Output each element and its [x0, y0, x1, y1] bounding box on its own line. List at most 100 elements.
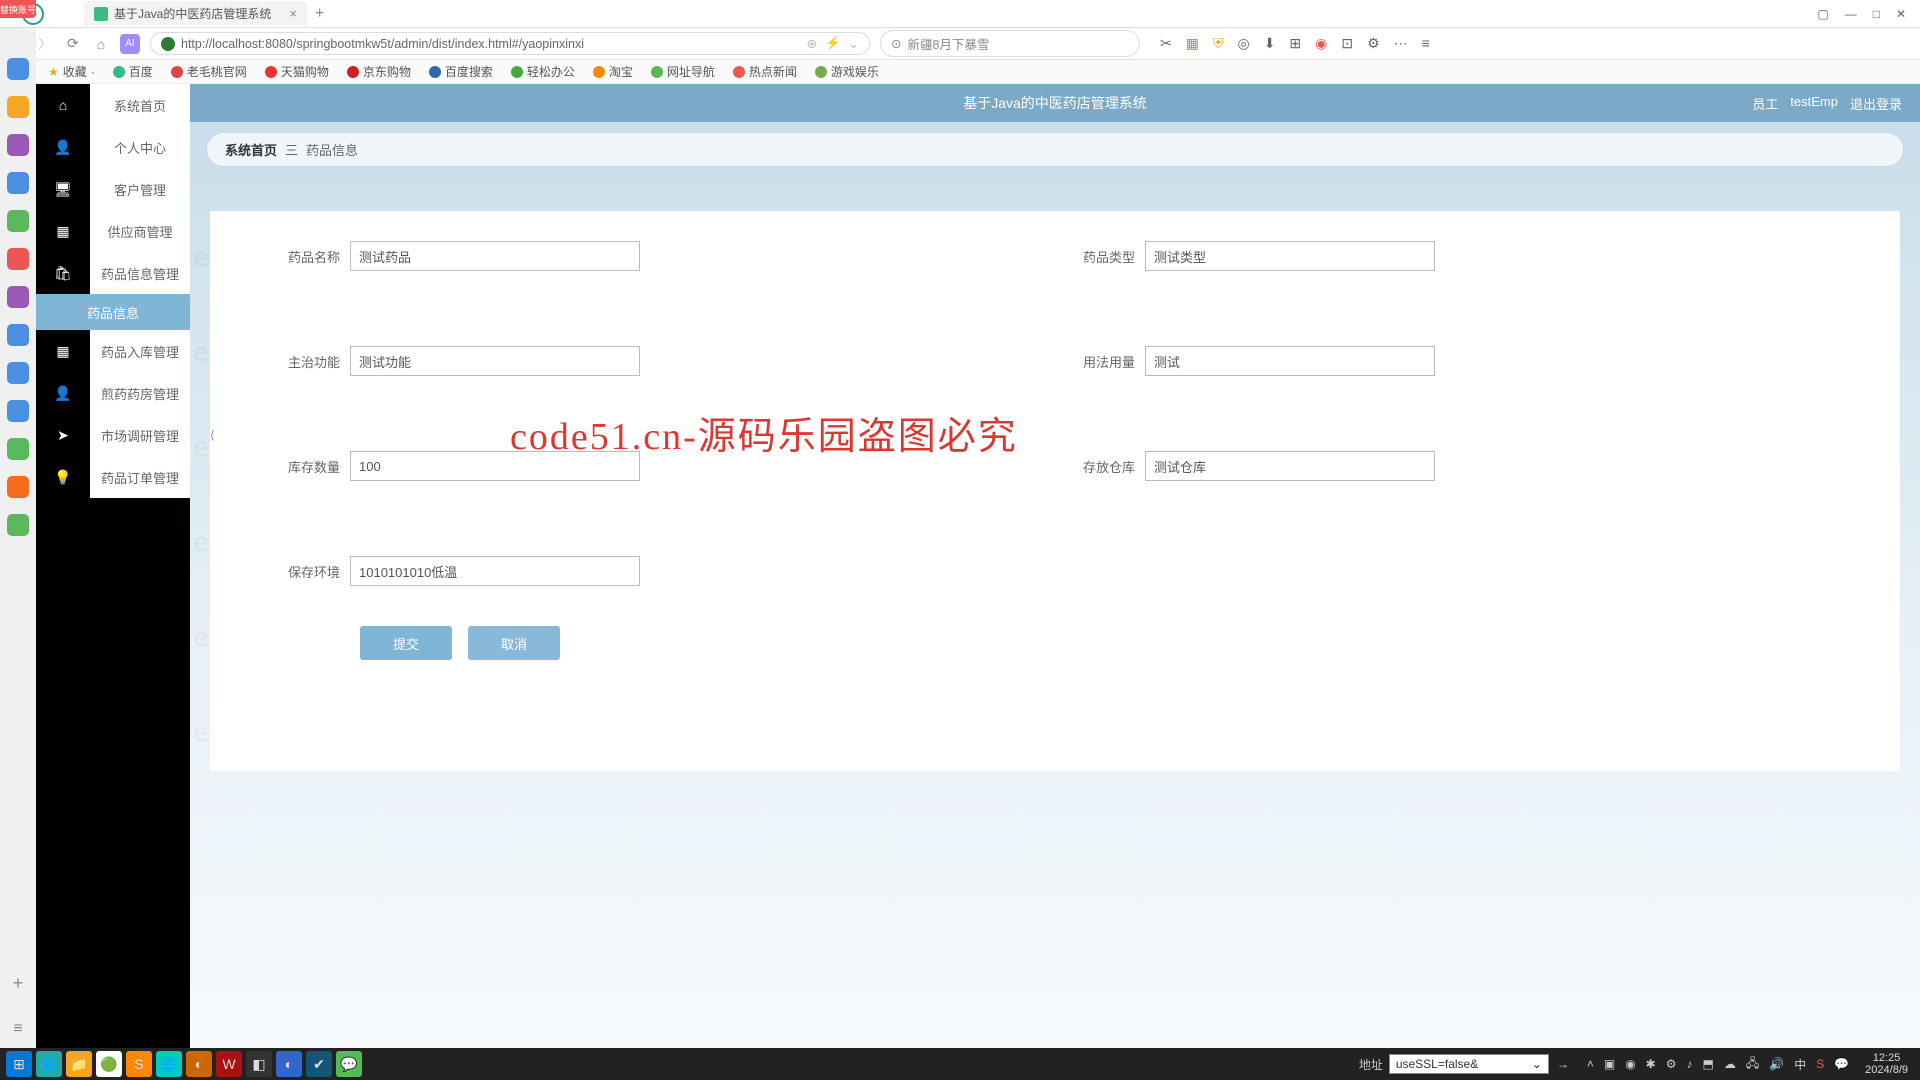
os-app-icon[interactable]: [7, 96, 29, 118]
bookmark-item[interactable]: 网址导航: [651, 63, 715, 80]
taskbar-app-icon[interactable]: 🟢: [96, 1051, 122, 1077]
sidebar-item-customers[interactable]: 🖥 客户管理: [36, 168, 190, 210]
os-app-icon[interactable]: [7, 400, 29, 422]
submit-button[interactable]: 提交: [360, 626, 452, 660]
favorites-label[interactable]: ★收藏 ·: [48, 63, 95, 80]
ime-icon[interactable]: 中: [1794, 1056, 1806, 1073]
taskbar-clock[interactable]: 12:25 2024/8/9: [1859, 1052, 1914, 1076]
sidebar-item-stock-in[interactable]: ▦ 药品入库管理: [36, 330, 190, 372]
tray-icon[interactable]: ◉: [1625, 1057, 1635, 1071]
input-warehouse[interactable]: [1145, 451, 1435, 481]
tray-icon[interactable]: 🖧: [1746, 1054, 1759, 1075]
sidebar-item-medicine-info[interactable]: 🛍 药品信息管理: [36, 252, 190, 294]
sidebar-item-home[interactable]: ⌂ 系统首页: [36, 84, 190, 126]
taskbar-app-icon[interactable]: 🌐: [36, 1051, 62, 1077]
logout-link[interactable]: 退出登录: [1850, 94, 1902, 113]
bookmark-item[interactable]: 百度: [113, 63, 153, 80]
os-app-icon[interactable]: [7, 210, 29, 232]
ai-icon[interactable]: AI: [120, 34, 140, 54]
os-app-icon[interactable]: [7, 58, 29, 80]
tray-icon[interactable]: ⬒: [1703, 1057, 1714, 1071]
extension-icon[interactable]: ▦: [1186, 35, 1199, 52]
address-field[interactable]: useSSL=false& ⌄: [1389, 1054, 1549, 1074]
apps-icon[interactable]: ⊞: [1289, 35, 1301, 52]
taskbar-app-icon[interactable]: ◐: [276, 1051, 302, 1077]
tray-icon[interactable]: ✱: [1646, 1057, 1656, 1071]
settings-gear-icon[interactable]: ⚙: [1367, 35, 1380, 52]
notification-icon[interactable]: 💬: [1834, 1057, 1849, 1071]
sidebar-item-suppliers[interactable]: ▦ 供应商管理: [36, 210, 190, 252]
os-app-icon[interactable]: [7, 362, 29, 384]
tray-icon[interactable]: ▣: [1604, 1057, 1615, 1071]
chevron-down-icon[interactable]: ⌄: [849, 36, 859, 51]
browser-search[interactable]: ⊙ 新疆8月下暴雪: [880, 30, 1140, 57]
tray-up-icon[interactable]: ˄: [1587, 1057, 1594, 1071]
home-button[interactable]: ⌂: [92, 35, 110, 53]
sidebar-item-profile[interactable]: 👤 个人中心: [36, 126, 190, 168]
tray-icon[interactable]: 🔊: [1769, 1057, 1784, 1071]
input-stock[interactable]: [350, 451, 640, 481]
os-app-icon[interactable]: [7, 248, 29, 270]
bookmark-item[interactable]: 游戏娱乐: [815, 63, 879, 80]
bookmark-item[interactable]: 百度搜索: [429, 63, 493, 80]
cut-icon[interactable]: ✂: [1160, 35, 1172, 52]
browser-tab[interactable]: 基于Java的中医药店管理系统 ×: [84, 1, 307, 26]
chrome-icon[interactable]: ◉: [1315, 35, 1327, 52]
minimize-icon[interactable]: —: [1845, 7, 1857, 21]
win-square-icon[interactable]: ▢: [1817, 7, 1828, 21]
bookmark-item[interactable]: 天猫购物: [265, 63, 329, 80]
taskbar-app-icon[interactable]: 🌐: [156, 1051, 182, 1077]
download-icon[interactable]: ⬇: [1264, 35, 1276, 52]
tray-icon[interactable]: ♪: [1687, 1057, 1693, 1071]
reload-button[interactable]: ⟳: [64, 35, 82, 53]
bookmark-item[interactable]: 淘宝: [593, 63, 633, 80]
forward-button[interactable]: 〉: [36, 35, 54, 53]
tray-icon[interactable]: ☁: [1724, 1057, 1736, 1071]
bookmark-item[interactable]: 老毛桃官网: [171, 63, 247, 80]
close-window-icon[interactable]: ✕: [1896, 7, 1906, 21]
bookmark-item[interactable]: 轻松办公: [511, 63, 575, 80]
sidebar-item-orders[interactable]: 💡 药品订单管理: [36, 456, 190, 498]
start-button[interactable]: ⊞: [6, 1051, 32, 1077]
url-bar[interactable]: http://localhost:8080/springbootmkw5t/ad…: [150, 32, 870, 55]
os-app-icon[interactable]: [7, 286, 29, 308]
translate-icon[interactable]: ⊕: [806, 36, 816, 51]
go-button[interactable]: →: [1557, 1057, 1569, 1071]
os-app-icon[interactable]: [7, 438, 29, 460]
menu-icon[interactable]: ≡: [1422, 35, 1430, 52]
taskbar-app-icon[interactable]: ✔: [306, 1051, 332, 1077]
input-medicine-name[interactable]: [350, 241, 640, 271]
os-app-icon[interactable]: [7, 172, 29, 194]
more-icon[interactable]: ⋯: [1394, 35, 1408, 52]
bookmark-item[interactable]: 热点新闻: [733, 63, 797, 80]
maximize-icon[interactable]: □: [1873, 7, 1880, 21]
target-icon[interactable]: ◎: [1237, 35, 1249, 52]
input-usage[interactable]: [1145, 346, 1435, 376]
os-app-icon[interactable]: [7, 514, 29, 536]
input-function[interactable]: [350, 346, 640, 376]
collapse-handle-icon[interactable]: ⟨: [210, 428, 222, 440]
taskbar-app-icon[interactable]: ◐: [186, 1051, 212, 1077]
bookmark-item[interactable]: 京东购物: [347, 63, 411, 80]
new-tab-button[interactable]: +: [307, 5, 332, 23]
close-tab-icon[interactable]: ×: [289, 6, 297, 21]
lightning-icon[interactable]: ⚡: [825, 36, 841, 51]
input-medicine-type[interactable]: [1145, 241, 1435, 271]
taskbar-app-icon[interactable]: 💬: [336, 1051, 362, 1077]
tray-icon[interactable]: S: [1816, 1057, 1824, 1071]
os-app-icon[interactable]: [7, 134, 29, 156]
input-environment[interactable]: [350, 556, 640, 586]
os-app-icon[interactable]: [7, 324, 29, 346]
taskbar-app-icon[interactable]: S: [126, 1051, 152, 1077]
breadcrumb-home[interactable]: 系统首页: [225, 140, 277, 159]
sidebar-sub-medicine-info[interactable]: 药品信息: [36, 294, 190, 330]
puzzle-icon[interactable]: ⊡: [1341, 35, 1353, 52]
sidebar-item-pharmacy[interactable]: 👤 煎药药房管理: [36, 372, 190, 414]
sidebar-item-survey[interactable]: ➤ 市场调研管理: [36, 414, 190, 456]
security-shield-icon[interactable]: ⛨: [1213, 35, 1224, 52]
cancel-button[interactable]: 取消: [468, 626, 560, 660]
sidebar-menu-button[interactable]: ≡: [13, 1020, 22, 1038]
os-app-icon[interactable]: [7, 476, 29, 498]
sidebar-add-button[interactable]: +: [13, 973, 24, 994]
tray-icon[interactable]: ⚙: [1666, 1057, 1677, 1071]
